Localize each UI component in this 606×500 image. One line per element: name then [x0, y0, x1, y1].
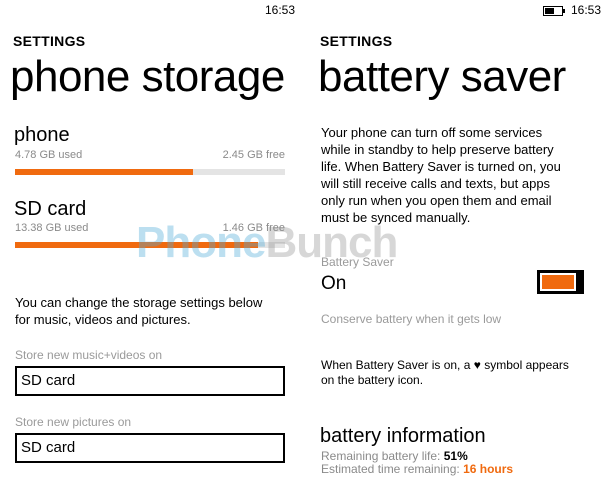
battery-saver-toggle[interactable]	[537, 270, 584, 294]
music-location-value: SD card	[21, 372, 76, 389]
pictures-location-label: Store new pictures on	[15, 415, 132, 429]
description-line: will still receive calls and texts, but …	[321, 176, 551, 191]
music-location-label: Store new music+videos on	[15, 348, 163, 362]
symbol-note-text-b: symbol appears	[484, 358, 569, 372]
storage-info-text: You can change the storage settings belo…	[15, 294, 300, 328]
status-time: 16:53	[265, 3, 296, 17]
description-line: must be synced manually.	[321, 210, 471, 225]
section-header: SETTINGS	[320, 33, 393, 49]
description-line: Your phone can turn off some services	[321, 125, 543, 140]
battery-information-heading: battery information	[320, 425, 486, 447]
symbol-note-line-2: on the battery icon.	[321, 373, 424, 387]
phone-storage-bar	[15, 169, 285, 175]
phone-storage-name: phone	[14, 124, 70, 146]
battery-saver-description: Your phone can turn off some services wh…	[321, 124, 601, 226]
page-title: phone storage	[10, 52, 285, 101]
storage-info-line-1: You can change the storage settings belo…	[15, 295, 263, 310]
estimated-time-row: Estimated time remaining: 16 hours	[321, 462, 513, 476]
description-line: only run when you open them and email	[321, 193, 552, 208]
sd-card-used-text: 13.38 GB used	[15, 222, 89, 234]
battery-saver-toggle-label: Battery Saver	[321, 255, 394, 269]
phone-storage-screen: 16:53 SETTINGS phone storage phone 4.78 …	[0, 0, 303, 500]
phone-used-text: 4.78 GB used	[15, 149, 83, 161]
description-line: while in standby to help preserve batter…	[321, 142, 554, 157]
phone-free-text: 2.45 GB free	[222, 149, 285, 161]
sd-card-free-text: 1.46 GB free	[222, 222, 285, 234]
remaining-battery-label: Remaining battery life:	[321, 449, 441, 463]
battery-saver-toggle-state: On	[321, 273, 347, 294]
status-time: 16:53	[571, 3, 602, 17]
sd-card-storage-bar	[15, 242, 285, 248]
pictures-location-value: SD card	[21, 439, 76, 456]
phone-storage-bar-fill	[15, 169, 194, 175]
battery-saver-screen: 16:53 SETTINGS battery saver Your phone …	[306, 0, 606, 500]
heart-icon: ♥	[473, 358, 481, 372]
page-title: battery saver	[318, 52, 566, 101]
pictures-location-select[interactable]: SD card	[15, 433, 285, 463]
music-location-select[interactable]: SD card	[15, 366, 285, 396]
conserve-battery-option[interactable]: Conserve battery when it gets low	[321, 312, 501, 326]
remaining-battery-value: 51%	[443, 449, 468, 463]
battery-symbol-note: When Battery Saver is on, a ♥ symbol app…	[321, 358, 601, 388]
sd-card-storage-bar-fill	[15, 242, 258, 248]
sd-card-storage-name: SD card	[14, 198, 87, 220]
symbol-note-text-a: When Battery Saver is on, a	[321, 358, 471, 372]
estimated-time-label: Estimated time remaining:	[321, 462, 460, 476]
battery-status-icon	[543, 6, 565, 16]
description-line: life. When Battery Saver is turned on, y…	[321, 159, 561, 174]
estimated-time-value: 16 hours	[463, 462, 514, 476]
remaining-battery-row: Remaining battery life: 51%	[321, 449, 468, 463]
storage-info-line-2: for music, videos and pictures.	[15, 312, 191, 327]
section-header: SETTINGS	[13, 33, 86, 49]
